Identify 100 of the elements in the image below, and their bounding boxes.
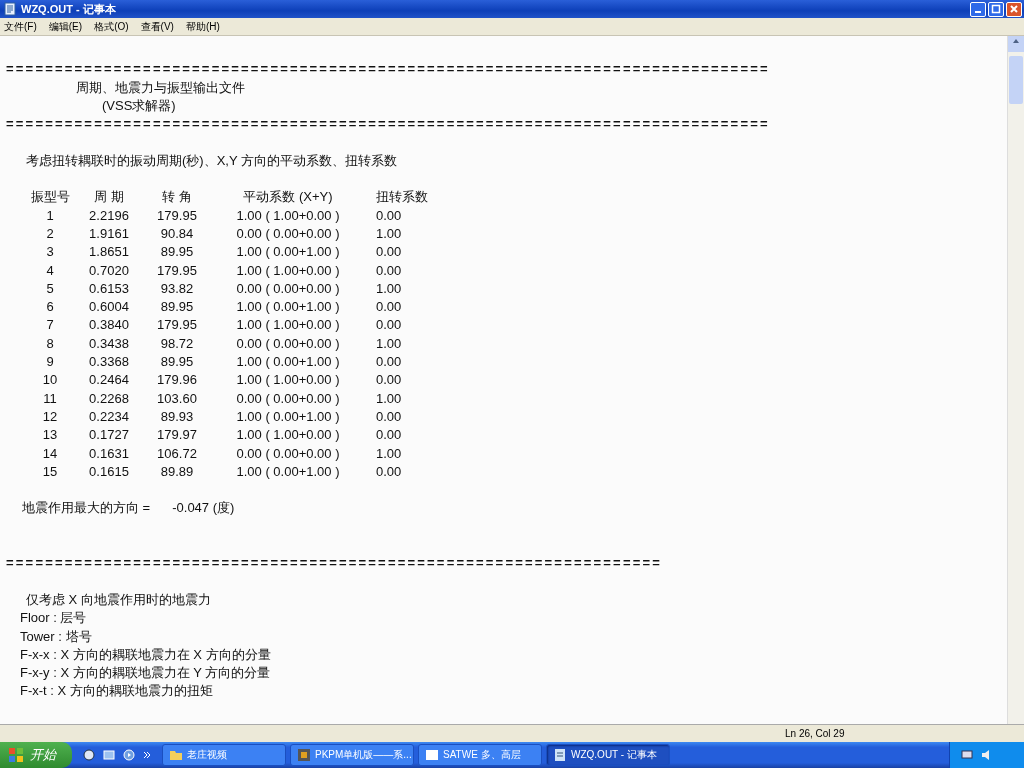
table-cell-text: 2.2196 xyxy=(88,206,130,225)
table-cell-text: 1.00 xyxy=(375,224,403,243)
direction-label: 地震作用最大的方向 = xyxy=(22,499,151,518)
table-cell-text: 2 xyxy=(45,224,55,243)
taskbar-button[interactable]: WZQ.OUT - 记事本 xyxy=(546,744,670,766)
table-cell-text: 0.6004 xyxy=(88,298,130,317)
table-cell-text: 3 xyxy=(45,243,55,262)
table-cell-text: 90.84 xyxy=(159,224,195,243)
table-cell-text: 0.00 ( 0.00+0.00 ) xyxy=(235,334,341,353)
text-line: F-x-t : X 方向的耦联地震力的扭矩 xyxy=(20,683,213,699)
table-cell-text: 0.1727 xyxy=(88,426,130,445)
notepad-icon xyxy=(553,748,567,762)
column-header: 转 角 xyxy=(161,188,193,207)
media-icon[interactable] xyxy=(122,748,136,762)
table-cell-text: 1.00 ( 1.00+0.00 ) xyxy=(235,371,341,390)
table-cell-text: 14 xyxy=(41,444,59,463)
table-cell-text: 1.00 ( 0.00+1.00 ) xyxy=(235,243,341,262)
table-cell-text: 0.00 xyxy=(375,316,403,335)
table-cell-text: 9 xyxy=(45,353,55,372)
table-cell-text: 1.00 ( 0.00+1.00 ) xyxy=(235,462,341,481)
table-cell-text: 0.3840 xyxy=(88,316,130,335)
table-cell-text: 0.00 ( 0.00+0.00 ) xyxy=(235,279,341,298)
close-button[interactable] xyxy=(1006,1,1022,17)
table-cell-text: 12 xyxy=(41,407,59,426)
direction-value: -0.047 (度) xyxy=(172,499,235,518)
table-cell-text: 89.95 xyxy=(159,353,195,372)
table-cell-text: 179.96 xyxy=(156,371,198,390)
table-cell-text: 0.00 xyxy=(375,462,403,481)
table-cell-text: 0.00 xyxy=(375,407,403,426)
taskbar-button[interactable]: PKPM单机版——系... xyxy=(290,744,414,766)
menu-item[interactable]: 文件(F) xyxy=(4,19,37,34)
table-cell-text: 1.00 ( 0.00+1.00 ) xyxy=(235,407,341,426)
table-cell-text: 0.00 xyxy=(375,243,403,262)
menu-item[interactable]: 格式(O) xyxy=(94,19,129,34)
desktop-icon[interactable] xyxy=(102,748,116,762)
table-cell-text: 0.1631 xyxy=(88,444,130,463)
text-line: Floor : 层号 xyxy=(20,610,87,626)
window-title: WZQ.OUT - 记事本 xyxy=(21,1,117,17)
table-cell-text: 1.9161 xyxy=(88,224,130,243)
table-cell-text: 0.7020 xyxy=(88,261,130,280)
table-cell-text: 179.95 xyxy=(156,316,198,335)
maximize-button[interactable] xyxy=(988,1,1004,17)
taskbar-button[interactable]: SATWE 多、高层 xyxy=(418,744,542,766)
windows-logo-icon xyxy=(8,747,24,763)
text-area[interactable] xyxy=(0,36,1007,724)
text-line: F-x-y : X 方向的耦联地震力在 Y 方向的分量 xyxy=(20,665,271,681)
table-cell-text: 1 xyxy=(45,206,55,225)
taskbar-button[interactable]: 老庄视频 xyxy=(162,744,286,766)
table-cell-text: 89.95 xyxy=(159,298,195,317)
table-cell-text: 0.00 ( 0.00+0.00 ) xyxy=(235,389,341,408)
table-cell-text: 179.95 xyxy=(156,261,198,280)
document-title: 周期、地震力与振型输出文件 xyxy=(76,79,245,95)
table-cell-text: 179.95 xyxy=(156,206,198,225)
chevron-icon[interactable] xyxy=(142,750,152,760)
column-header: 平动系数 (X+Y) xyxy=(242,188,334,207)
table-cell-text: 1.00 xyxy=(375,444,403,463)
table-cell-text: 1.00 ( 1.00+0.00 ) xyxy=(235,261,341,280)
table-cell-text: 1.8651 xyxy=(88,243,130,262)
menu-item[interactable]: 帮助(H) xyxy=(185,19,220,34)
minimize-button[interactable] xyxy=(970,1,986,17)
notepad-icon xyxy=(3,2,17,16)
table-cell-text: 0.3438 xyxy=(88,334,130,353)
table-cell-text: 0.00 xyxy=(375,298,403,317)
folder-icon xyxy=(169,748,183,762)
menu-item[interactable]: 编辑(E) xyxy=(48,19,83,34)
table-cell-text: 98.72 xyxy=(159,334,195,353)
table-cell-text: 0.00 ( 0.00+0.00 ) xyxy=(235,224,341,243)
table-cell-text: 89.95 xyxy=(159,243,195,262)
table-cell-text: 5 xyxy=(45,279,55,298)
text-line: Tower : 塔号 xyxy=(20,628,92,644)
scrollbar[interactable] xyxy=(1007,36,1024,724)
table-cell-text: 1.00 ( 1.00+0.00 ) xyxy=(235,206,341,225)
table-cell-text: 0.2464 xyxy=(88,371,130,390)
table-cell-text: 89.89 xyxy=(159,462,195,481)
menu-item[interactable]: 查看(V) xyxy=(140,19,174,34)
table-cell-text: 0.00 xyxy=(375,426,403,445)
table-cell-text: 0.6153 xyxy=(88,279,130,298)
text-line: 仅考虑 X 向地震作用时的地震力 xyxy=(26,591,211,607)
app-icon xyxy=(297,748,311,762)
table-cell-text: 0.2234 xyxy=(88,407,130,426)
table-cell-text: 93.82 xyxy=(159,279,195,298)
table-cell-text: 1.00 xyxy=(375,334,403,353)
start-button[interactable]: 开始 xyxy=(0,742,72,768)
window-icon xyxy=(425,748,439,762)
divider-text: =================================================================== xyxy=(6,555,663,571)
minimize-icon xyxy=(975,11,981,13)
table-cell-text: 0.2268 xyxy=(88,389,130,408)
table-cell-text: 10 xyxy=(41,371,59,390)
divider-text: ============================================================================== xyxy=(6,61,770,77)
table-cell-text: 15 xyxy=(41,462,59,481)
table-cell-text: 1.00 ( 1.00+0.00 ) xyxy=(235,426,341,445)
table-cell-text: 0.1615 xyxy=(88,462,130,481)
scroll-thumb[interactable] xyxy=(1009,56,1023,104)
table-cell-text: 0.00 xyxy=(375,206,403,225)
cursor-position: Ln 26, Col 29 xyxy=(785,728,845,739)
column-header: 振型号 xyxy=(29,188,71,207)
maximize-icon xyxy=(991,4,1001,14)
table-cell-text: 0.3368 xyxy=(88,353,130,372)
table-cell-text: 103.60 xyxy=(156,389,198,408)
table-cell-text: 1.00 ( 1.00+0.00 ) xyxy=(235,316,341,335)
